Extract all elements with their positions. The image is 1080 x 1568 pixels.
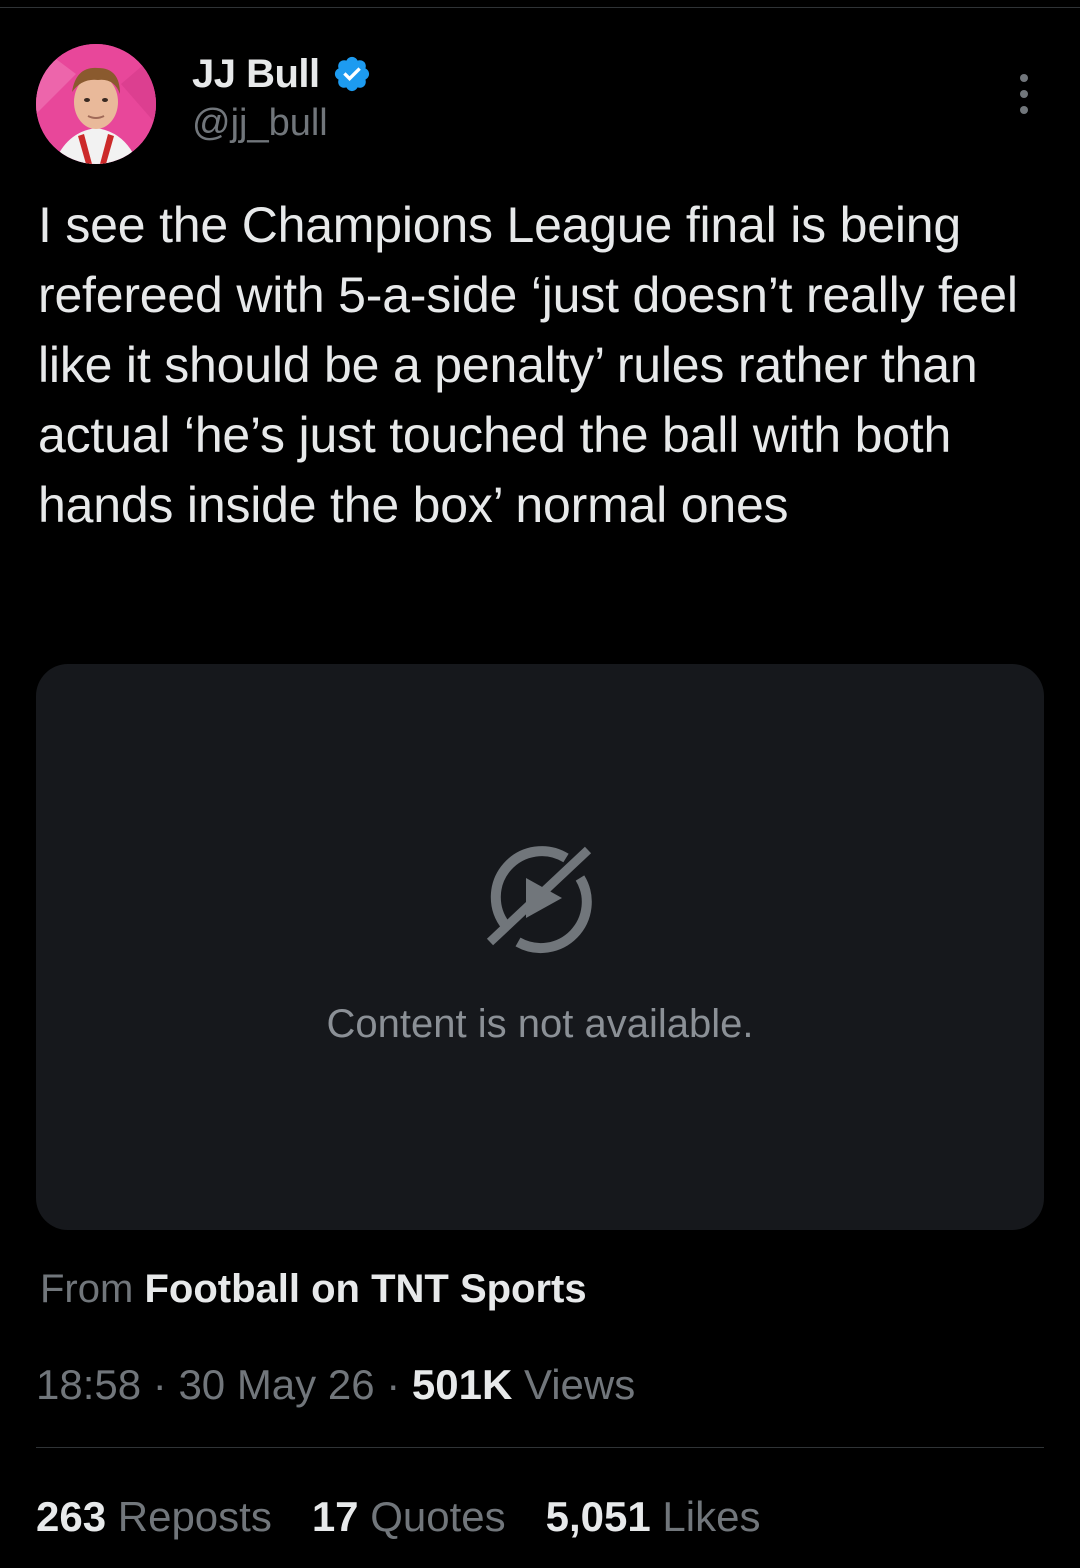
more-dot [1020,106,1028,114]
likes-label: Likes [662,1493,761,1540]
more-options-icon[interactable] [1018,74,1030,114]
display-name[interactable]: JJ Bull [192,52,320,97]
reposts-label: Reposts [117,1493,272,1540]
more-dot [1020,74,1028,82]
views-count: 501K [411,1361,513,1408]
avatar[interactable] [36,44,156,164]
likes-stat[interactable]: 5,051 Likes [546,1492,761,1542]
views-label: Views [523,1361,636,1408]
handle[interactable]: @jj_bull [192,102,328,145]
more-dot [1020,90,1028,98]
likes-count: 5,051 [545,1493,651,1540]
verified-badge-icon[interactable] [332,54,372,94]
reposts-stat[interactable]: 263 Reposts [36,1492,272,1542]
engagement-stats: 263 Reposts 17 Quotes 5,051 Likes [36,1492,760,1542]
meta-separator: · [141,1361,179,1408]
media-card[interactable]: Content is not available. [36,664,1044,1230]
name-row: JJ Bull [192,52,372,96]
source-attribution: From Football on TNT Sports [40,1264,587,1314]
reposts-count: 263 [36,1493,107,1540]
quotes-label: Quotes [370,1493,506,1540]
unavailable-message: Content is not available. [326,1002,754,1046]
meta-separator: · [374,1361,412,1408]
tweet-time[interactable]: 18:58 [36,1361,141,1408]
stats-divider [36,1447,1044,1448]
tweet-header: JJ Bull @jj_bull [36,44,1044,164]
tweet-text: I see the Champions League final is bein… [38,197,1018,533]
quotes-stat[interactable]: 17 Quotes [312,1492,506,1542]
tweet-meta: 18:58 · 30 May 26 · 501K Views [36,1360,635,1410]
avatar-image [36,44,156,164]
source-prefix: From [40,1267,134,1311]
quotes-count: 17 [311,1493,359,1540]
top-divider [0,7,1080,8]
source-name-link[interactable]: Football on TNT Sports [144,1267,586,1311]
tweet-date[interactable]: 30 May 26 [178,1361,374,1408]
video-unavailable-icon [486,846,592,954]
